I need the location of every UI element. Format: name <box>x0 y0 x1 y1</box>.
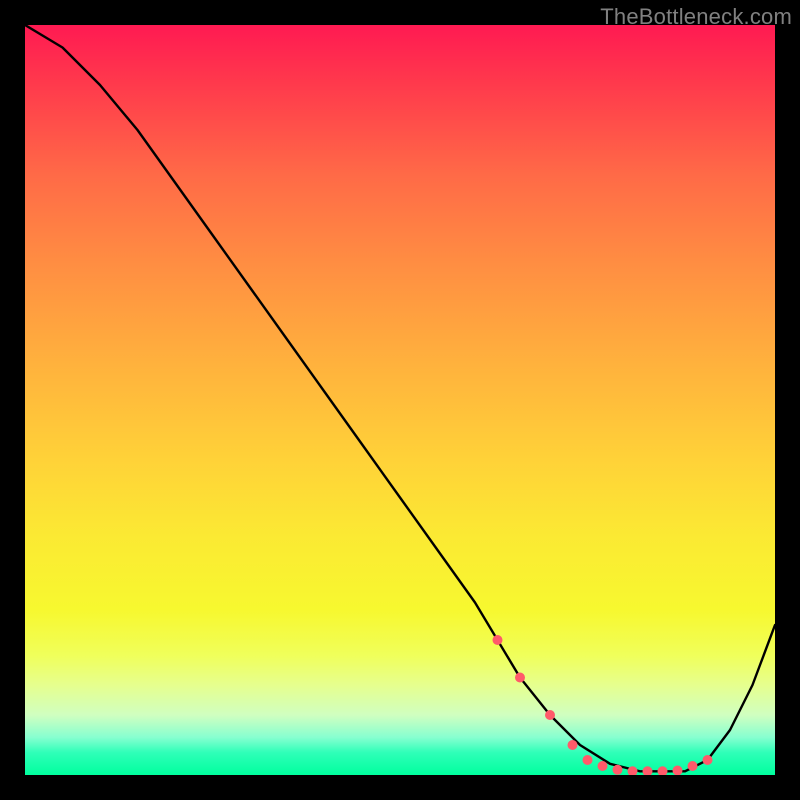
highlight-dot <box>545 710 555 720</box>
plot-area <box>25 25 775 775</box>
highlight-dot <box>643 766 653 775</box>
watermark-text: TheBottleneck.com <box>600 4 792 30</box>
highlight-dot <box>703 755 713 765</box>
highlight-dot <box>673 766 683 776</box>
curve-layer <box>25 25 775 775</box>
highlight-dot <box>598 761 608 771</box>
highlight-dot <box>515 673 525 683</box>
highlight-dot <box>583 755 593 765</box>
highlight-dot <box>613 765 623 775</box>
highlight-dot <box>688 761 698 771</box>
highlight-dot <box>493 635 503 645</box>
bottleneck-curve <box>25 25 775 771</box>
highlight-dots <box>493 635 713 775</box>
chart-frame: TheBottleneck.com <box>0 0 800 800</box>
highlight-dot <box>658 766 668 775</box>
highlight-dot <box>568 740 578 750</box>
